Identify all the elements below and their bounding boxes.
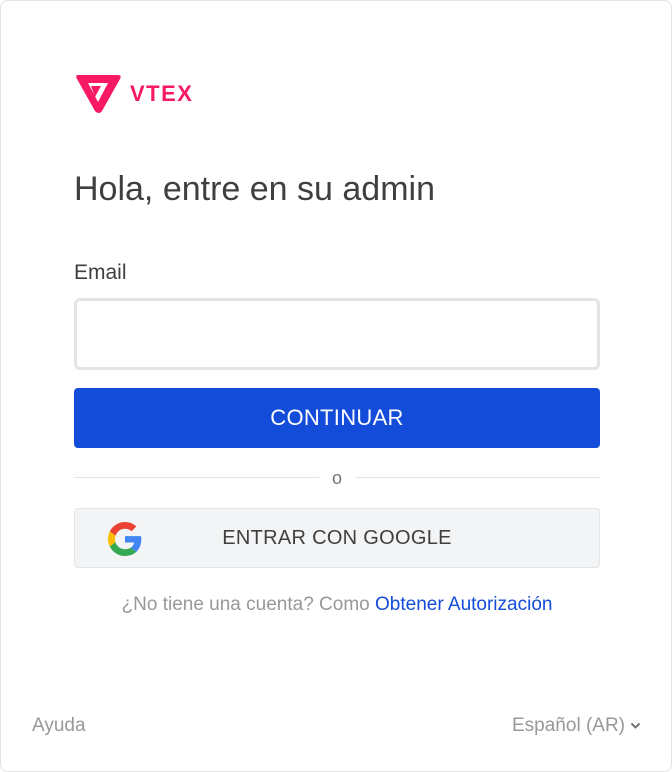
- email-field[interactable]: [74, 298, 600, 370]
- or-divider: o: [74, 467, 600, 489]
- google-button-label: ENTRAR CON GOOGLE: [222, 526, 452, 549]
- signup-prompt: ¿No tiene una cuenta? Como Obtener Autor…: [1, 593, 672, 617]
- divider-line-right: [355, 477, 600, 478]
- page-title: Hola, entre en su admin: [74, 170, 435, 208]
- signup-prompt-text: ¿No tiene una cuenta? Como: [121, 594, 370, 615]
- chevron-down-icon: [630, 722, 641, 729]
- google-login-button[interactable]: ENTRAR CON GOOGLE: [74, 508, 600, 568]
- help-link[interactable]: Ayuda: [32, 714, 86, 738]
- continue-button[interactable]: CONTINUAR: [74, 388, 600, 448]
- vtex-logo: VTEX: [74, 73, 193, 115]
- vtex-logo-icon: [76, 75, 121, 113]
- divider-text: o: [331, 468, 342, 488]
- get-authorization-link[interactable]: Obtener Autorización: [375, 594, 552, 615]
- email-label: Email: [74, 261, 127, 284]
- language-label: Español (AR): [512, 715, 625, 736]
- google-g-icon: [108, 522, 142, 556]
- vtex-logo-text: VTEX: [130, 81, 194, 106]
- login-card: VTEX Hola, entre en su admin Email CONTI…: [0, 0, 672, 772]
- language-selector[interactable]: Español (AR): [512, 714, 641, 738]
